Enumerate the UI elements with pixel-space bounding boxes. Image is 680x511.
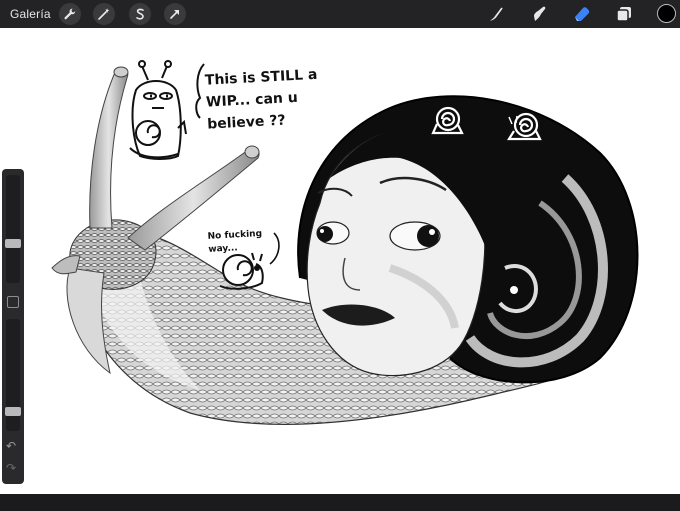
top-toolbar: Galería [0, 0, 680, 28]
wrench-icon [64, 8, 76, 20]
smudge-icon [534, 6, 546, 21]
layers-icon [616, 7, 631, 22]
transform-arrow-icon [170, 10, 179, 19]
adjustments-button[interactable] [93, 3, 115, 25]
left-sidebar: ↶ ↷ [2, 169, 24, 484]
brush-size-slider[interactable] [5, 175, 21, 283]
brush-size-thumb[interactable] [5, 239, 21, 248]
speech-bracket [195, 63, 205, 119]
brush-icon [490, 7, 503, 21]
undo-icon[interactable]: ↶ [6, 439, 16, 453]
modify-button[interactable] [7, 296, 19, 308]
smudge-tool[interactable] [527, 3, 551, 25]
gallery-button[interactable]: Galería [10, 7, 51, 21]
actions-button[interactable] [59, 3, 81, 25]
bottom-bar [0, 494, 680, 511]
opacity-slider[interactable] [5, 319, 21, 431]
handwritten-note-snail: No fucking way... [207, 228, 263, 255]
drawing-canvas[interactable]: This is STILL a WIP... can u believe ?? … [0, 28, 680, 494]
opacity-thumb[interactable] [5, 407, 21, 416]
redo-icon[interactable]: ↷ [6, 461, 16, 475]
layers-tool[interactable] [612, 3, 636, 25]
doodle-snail-top [129, 60, 187, 160]
magic-wand-icon [98, 8, 110, 20]
transform-button[interactable] [164, 3, 186, 25]
selection-button[interactable] [129, 3, 151, 25]
eraser-tool[interactable] [570, 3, 594, 25]
selection-s-icon [136, 8, 144, 20]
eraser-icon [575, 7, 590, 21]
brush-tool[interactable] [484, 3, 508, 25]
handwritten-note-main: This is STILL a WIP... can u believe ?? [204, 66, 318, 133]
color-picker-button[interactable] [657, 4, 676, 23]
